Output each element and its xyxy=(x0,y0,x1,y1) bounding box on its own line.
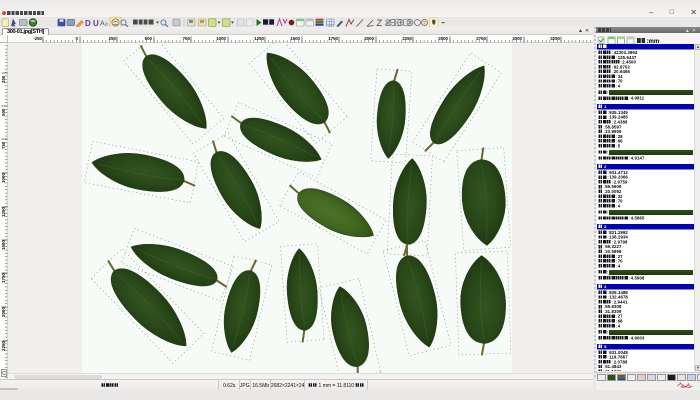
svg-text:2250: 2250 xyxy=(1,341,6,351)
svg-text:3000: 3000 xyxy=(512,36,522,41)
svg-text:1500: 1500 xyxy=(1,240,6,250)
svg-text:500: 500 xyxy=(145,36,153,41)
svg-text:1000: 1000 xyxy=(1,173,6,183)
svg-text:3250: 3250 xyxy=(550,36,560,41)
svg-text:1750: 1750 xyxy=(1,273,6,283)
svg-text:2250: 2250 xyxy=(402,36,412,41)
svg-text:1750: 1750 xyxy=(328,36,338,41)
svg-text:750: 750 xyxy=(1,141,6,149)
svg-text:750: 750 xyxy=(183,36,191,41)
svg-text:250: 250 xyxy=(109,36,117,41)
svg-text:2500: 2500 xyxy=(438,36,448,41)
svg-text:1250: 1250 xyxy=(1,207,6,217)
svg-text:-250: -250 xyxy=(33,36,42,41)
svg-text:2750: 2750 xyxy=(476,36,486,41)
svg-text:1250: 1250 xyxy=(254,36,264,41)
svg-text:1500: 1500 xyxy=(290,36,300,41)
svg-text:2000: 2000 xyxy=(364,36,374,41)
svg-text:2000: 2000 xyxy=(1,307,6,317)
svg-text:1000: 1000 xyxy=(216,36,226,41)
